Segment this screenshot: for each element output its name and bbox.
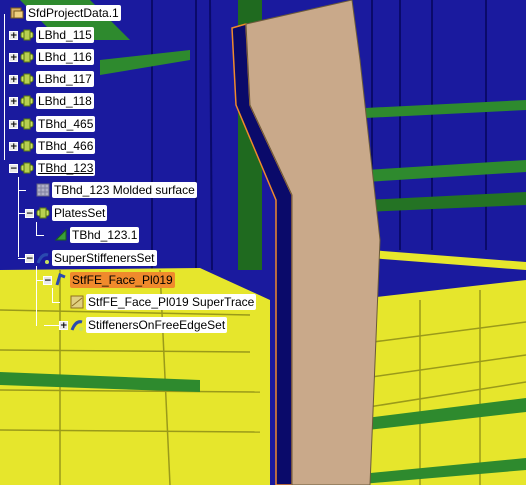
tree-node-stffe-face[interactable]: StfFE_Face_Pl019 (54, 271, 175, 289)
tree-node-label: TBhd_123 Molded surface (52, 182, 197, 198)
plate-set-icon (20, 94, 36, 108)
plate-set-icon (20, 161, 36, 175)
tree-node-tbhd-123[interactable]: TBhd_123 (20, 159, 96, 177)
trace-icon (70, 295, 86, 309)
expand-toggle-icon[interactable]: + (9, 97, 18, 107)
expand-toggle-icon[interactable]: + (9, 75, 18, 85)
tree-node-label: LBhd_117 (36, 71, 94, 87)
project-icon (10, 6, 26, 20)
stiffener-set-icon (70, 318, 86, 332)
tree-node-superstiffenersset[interactable]: SuperStiffenersSet (36, 249, 157, 267)
specification-tree: SfdProjectData.1 + LBhd_115 + LBhd_116 + LBhd_… (0, 0, 526, 485)
tree-node-label: StfFE_Face_Pl019 SuperTrace (86, 294, 257, 310)
collapse-toggle-icon[interactable]: − (25, 209, 34, 219)
expand-toggle-icon[interactable]: + (9, 53, 18, 63)
tree-connector-line (4, 14, 5, 160)
tree-connector-line (52, 288, 53, 302)
expand-toggle-icon[interactable]: + (9, 142, 18, 152)
tree-node-platesset[interactable]: PlatesSet (36, 204, 108, 222)
tree-node-label: TBhd_466 (36, 138, 96, 154)
tree-node-label: SuperStiffenersSet (52, 250, 157, 266)
plate-set-icon (20, 139, 36, 153)
collapse-toggle-icon[interactable]: − (25, 254, 34, 264)
collapse-toggle-icon[interactable]: − (9, 164, 18, 174)
tree-node-label: TBhd_123.1 (70, 227, 140, 243)
plate-set-icon (20, 28, 36, 42)
expand-toggle-icon[interactable]: + (9, 120, 18, 130)
tree-node-label: SfdProjectData.1 (26, 5, 121, 21)
expand-toggle-icon[interactable]: + (9, 31, 18, 41)
collapse-toggle-icon[interactable]: − (43, 276, 52, 286)
stiffener-set-icon (36, 251, 52, 265)
tree-connector-line (36, 266, 37, 326)
surface-icon (36, 183, 52, 197)
plate-set-icon (36, 206, 52, 220)
plate-set-icon (20, 117, 36, 131)
tree-node-label: TBhd_465 (36, 116, 96, 132)
tree-node-label: TBhd_123 (36, 160, 96, 176)
tree-node-freeedge[interactable]: StiffenersOnFreeEdgeSet (70, 316, 228, 334)
tree-connector-line (18, 177, 19, 257)
plate-set-icon (20, 50, 36, 64)
tree-connector-line (36, 235, 44, 236)
3d-viewport[interactable]: SfdProjectData.1 + LBhd_115 + LBhd_116 + LBhd_… (0, 0, 526, 485)
tree-node-lbhd-115[interactable]: LBhd_115 (20, 26, 94, 44)
tree-connector-line (52, 302, 60, 303)
tree-node-tbhd-123-1[interactable]: TBhd_123.1 (54, 226, 140, 244)
tree-node-label: PlatesSet (52, 205, 108, 221)
tree-connector-line (36, 222, 37, 235)
tree-node-label: StfFE_Face_Pl019 (70, 272, 175, 288)
stiffener-icon (54, 273, 70, 287)
tree-node-supertrace[interactable]: StfFE_Face_Pl019 SuperTrace (70, 293, 257, 311)
expand-toggle-icon[interactable]: + (59, 321, 68, 331)
tree-node-tbhd-466[interactable]: TBhd_466 (20, 137, 96, 155)
tree-node-label: LBhd_118 (36, 93, 94, 109)
tree-node-label: StiffenersOnFreeEdgeSet (86, 317, 228, 333)
tree-node-root[interactable]: SfdProjectData.1 (10, 4, 121, 22)
plate-icon (54, 228, 70, 242)
tree-node-lbhd-116[interactable]: LBhd_116 (20, 48, 94, 66)
tree-node-molded-surface[interactable]: TBhd_123 Molded surface (36, 181, 197, 199)
plate-set-icon (20, 72, 36, 86)
tree-connector-line (44, 325, 60, 326)
tree-connector-line (18, 190, 26, 191)
tree-node-lbhd-118[interactable]: LBhd_118 (20, 92, 94, 110)
tree-node-label: LBhd_116 (36, 49, 94, 65)
tree-node-label: LBhd_115 (36, 27, 94, 43)
tree-node-lbhd-117[interactable]: LBhd_117 (20, 70, 94, 88)
tree-node-tbhd-465[interactable]: TBhd_465 (20, 115, 96, 133)
